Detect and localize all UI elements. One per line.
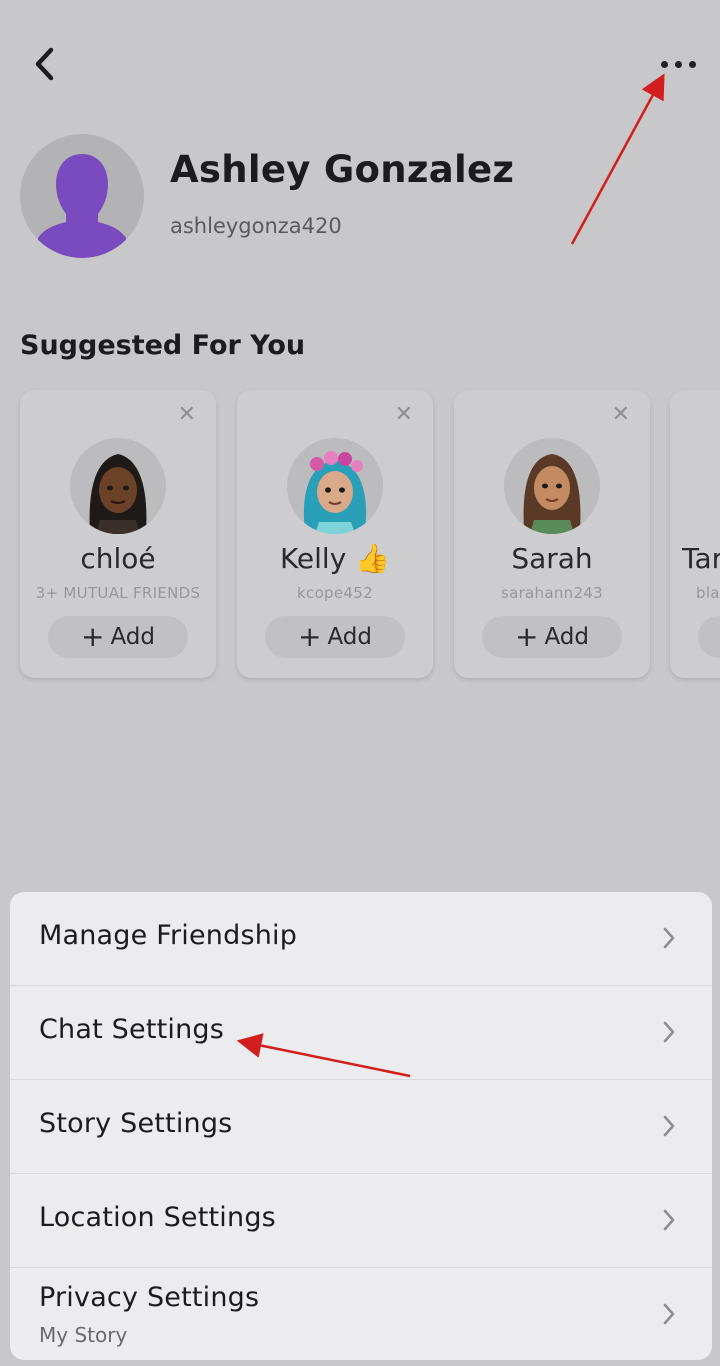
menu-item-privacy-settings[interactable]: Privacy Settings My Story <box>10 1268 712 1360</box>
chevron-left-icon <box>35 47 54 81</box>
suggestion-name: Kelly 👍 <box>279 542 391 575</box>
profile-screen: Ashley Gonzalez ashleygonza420 Suggested… <box>0 0 720 1366</box>
close-icon[interactable]: ✕ <box>612 402 630 427</box>
chevron-right-icon <box>663 927 675 949</box>
profile-username: ashleygonza420 <box>170 214 342 238</box>
menu-item-manage-friendship[interactable]: Manage Friendship <box>10 892 712 986</box>
close-icon[interactable]: ✕ <box>395 402 413 427</box>
suggestion-name: Tar <box>682 542 720 575</box>
add-friend-button[interactable]: + Add <box>48 616 188 658</box>
suggestion-name: chloé <box>80 542 156 575</box>
back-button[interactable] <box>24 40 64 88</box>
menu-item-story-settings[interactable]: Story Settings <box>10 1080 712 1174</box>
suggestion-card[interactable]: ✕ Sarah sarahann243 + Add <box>454 390 650 678</box>
suggestion-subtitle: sarahann243 <box>500 584 603 602</box>
avatar[interactable] <box>20 134 144 258</box>
close-icon[interactable]: ✕ <box>178 402 196 427</box>
friend-options-sheet: Manage Friendship Chat Settings Story Se… <box>10 892 712 1360</box>
more-dot <box>688 60 696 68</box>
menu-item-location-settings[interactable]: Location Settings <box>10 1174 712 1268</box>
chevron-right-icon <box>663 1303 675 1325</box>
add-label: Add <box>327 624 372 650</box>
chevron-right-icon <box>663 1021 675 1043</box>
more-options-button[interactable] <box>648 46 708 82</box>
add-friend-button[interactable] <box>698 616 720 658</box>
suggestion-name: Sarah <box>511 542 593 575</box>
menu-item-label: Privacy Settings <box>39 1282 260 1313</box>
annotation-arrow-more <box>570 73 665 245</box>
plus-icon: + <box>81 620 105 653</box>
suggestion-card[interactable]: ✕ Kelly 👍 kcope452 + Add <box>237 390 433 678</box>
chevron-right-icon <box>663 1209 675 1231</box>
add-friend-button[interactable]: + Add <box>482 616 622 658</box>
more-dot <box>674 60 682 68</box>
suggestion-subtitle: bla <box>696 584 720 602</box>
plus-icon: + <box>515 620 539 653</box>
menu-item-sublabel: My Story <box>39 1323 128 1347</box>
menu-item-label: Location Settings <box>39 1202 276 1233</box>
section-title-suggested: Suggested For You <box>20 330 306 361</box>
plus-icon: + <box>298 620 322 653</box>
profile-name: Ashley Gonzalez <box>170 148 515 191</box>
add-friend-button[interactable]: + Add <box>265 616 405 658</box>
chevron-right-icon <box>663 1115 675 1137</box>
add-label: Add <box>544 624 589 650</box>
menu-item-label: Manage Friendship <box>39 920 298 951</box>
suggestion-subtitle: 3+ MUTUAL FRIENDS <box>35 584 201 602</box>
default-avatar-icon <box>36 154 128 258</box>
menu-item-label: Chat Settings <box>39 1014 225 1045</box>
suggestion-card[interactable]: ✕ chloé 3+ MUTUAL FRIENDS + Add <box>20 390 216 678</box>
add-label: Add <box>110 624 155 650</box>
more-horizontal-icon <box>660 60 668 68</box>
bitmoji-avatar <box>70 438 166 534</box>
suggestion-card[interactable]: Tar bla <box>670 390 720 678</box>
bitmoji-avatar <box>287 438 383 534</box>
menu-item-label: Story Settings <box>39 1108 233 1139</box>
bitmoji-avatar <box>504 438 600 534</box>
suggestion-subtitle: kcope452 <box>297 584 373 602</box>
menu-item-chat-settings[interactable]: Chat Settings <box>10 986 712 1080</box>
